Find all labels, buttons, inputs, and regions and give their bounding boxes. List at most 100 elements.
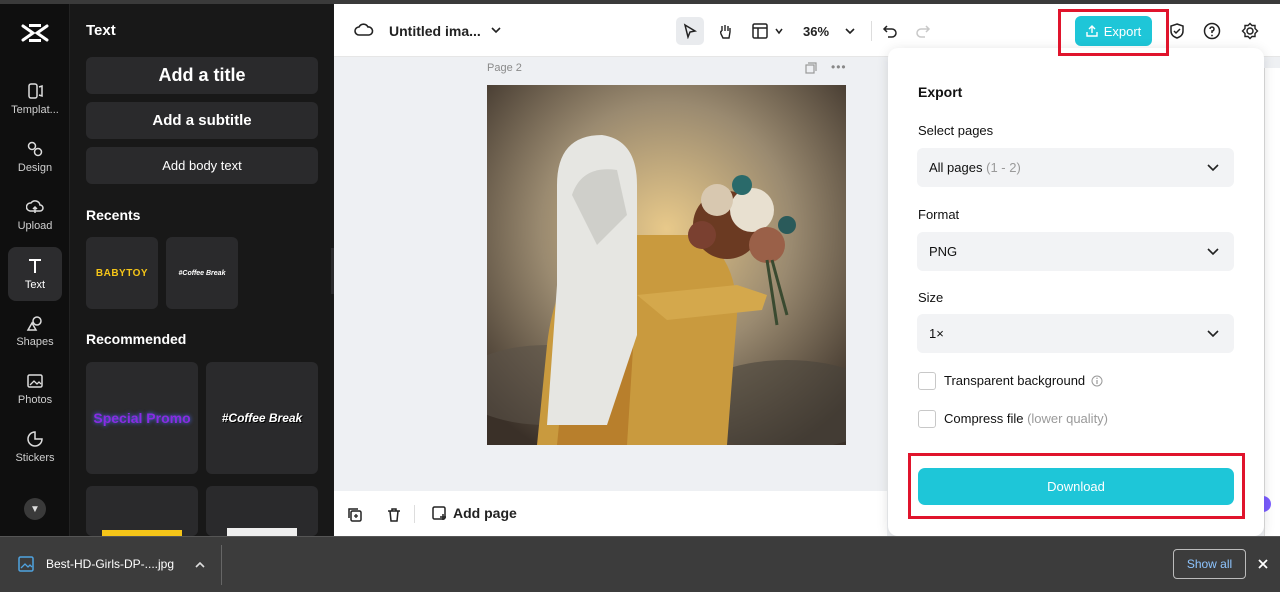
sidebar-item-design[interactable]: Design bbox=[8, 130, 62, 184]
upload-icon bbox=[26, 200, 44, 213]
download-bar: Best-HD-Girls-DP-....jpg Show all bbox=[0, 536, 1280, 592]
capcut-logo[interactable] bbox=[20, 20, 50, 46]
sidebar-item-shapes[interactable]: Shapes bbox=[8, 304, 62, 358]
compress-file-checkbox[interactable] bbox=[918, 410, 936, 428]
sidebar-item-label: Text bbox=[24, 279, 46, 291]
pointer-icon bbox=[683, 23, 698, 39]
stickers-icon bbox=[27, 431, 43, 447]
recents-heading: Recents bbox=[86, 207, 141, 223]
export-highlight-box bbox=[1058, 9, 1169, 56]
bottom-divider bbox=[414, 505, 415, 523]
tile-preview bbox=[227, 528, 297, 536]
sidebar-item-label: Design bbox=[17, 162, 53, 174]
design-icon bbox=[27, 141, 43, 157]
copy-page-icon[interactable] bbox=[347, 507, 363, 523]
sidebar-item-stickers[interactable]: Stickers bbox=[8, 420, 62, 474]
sidebar-item-label: Shapes bbox=[16, 336, 54, 348]
sidebar-item-label: Upload bbox=[17, 220, 53, 232]
chevron-down-icon bbox=[1207, 248, 1219, 256]
sidebar-item-templates[interactable]: Templat... bbox=[8, 72, 62, 126]
sidebar-item-text[interactable]: Text bbox=[8, 247, 62, 301]
shield-check-icon[interactable] bbox=[1168, 22, 1186, 40]
select-pages-label: Select pages bbox=[918, 123, 994, 138]
sidebar-item-label: Photos bbox=[17, 394, 53, 406]
show-all-button[interactable]: Show all bbox=[1173, 549, 1246, 579]
sidebar-item-label: Stickers bbox=[15, 452, 55, 464]
size-dropdown[interactable]: 1× bbox=[917, 314, 1234, 353]
chevron-up-icon[interactable] bbox=[194, 559, 206, 571]
tile-text: #Coffee Break bbox=[221, 411, 303, 425]
duplicate-page-icon[interactable] bbox=[805, 62, 817, 74]
add-page-icon bbox=[432, 506, 446, 520]
chevron-down-icon[interactable] bbox=[490, 24, 502, 36]
downloaded-filename[interactable]: Best-HD-Girls-DP-....jpg bbox=[46, 557, 174, 571]
add-title-button[interactable]: Add a title bbox=[86, 57, 318, 94]
format-value: PNG bbox=[929, 244, 958, 259]
bottom-bar: Add page bbox=[334, 491, 887, 536]
image-file-icon bbox=[18, 556, 34, 572]
add-subtitle-button[interactable]: Add a subtitle bbox=[86, 102, 318, 139]
gear-icon[interactable] bbox=[1241, 22, 1259, 40]
document-title[interactable]: Untitled ima... bbox=[389, 21, 481, 41]
transparent-background-label: Transparent background bbox=[944, 373, 1103, 388]
recommended-text-tile[interactable]: Special Promo bbox=[86, 362, 198, 474]
sidebar-item-upload[interactable]: Upload bbox=[8, 188, 62, 242]
chevron-down-icon bbox=[1207, 164, 1219, 172]
download-highlight-box bbox=[908, 453, 1245, 519]
recommended-text-tile[interactable]: #Coffee Break bbox=[206, 362, 318, 474]
info-icon[interactable] bbox=[1091, 375, 1103, 387]
format-dropdown[interactable]: PNG bbox=[917, 232, 1234, 271]
select-pages-dropdown[interactable]: All pages (1 - 2) bbox=[917, 148, 1234, 187]
sidebar-item-label: Templat... bbox=[11, 104, 59, 116]
add-body-text-button[interactable]: Add body text bbox=[86, 147, 318, 184]
sidebar-item-photos[interactable]: Photos bbox=[8, 362, 62, 416]
chevron-down-icon bbox=[1207, 330, 1219, 338]
chevron-down-icon[interactable] bbox=[844, 25, 856, 37]
right-edge-strip bbox=[1264, 68, 1280, 536]
select-pages-value: All pages bbox=[929, 160, 983, 175]
undo-icon[interactable] bbox=[882, 23, 898, 39]
transparent-background-checkbox[interactable] bbox=[918, 372, 936, 390]
tile-text: BABYTOY bbox=[95, 267, 149, 279]
compress-file-note: (lower quality) bbox=[1027, 411, 1109, 426]
compress-file-label: Compress file (lower quality) bbox=[944, 411, 1108, 426]
canvas-photo[interactable] bbox=[487, 85, 846, 445]
tile-text: #Coffee Break bbox=[178, 269, 226, 277]
close-icon[interactable] bbox=[1257, 558, 1269, 570]
select-pages-range: (1 - 2) bbox=[986, 160, 1021, 175]
add-page-label: Add page bbox=[453, 505, 517, 521]
recent-text-tile[interactable]: BABYTOY bbox=[86, 237, 158, 309]
cloud-icon[interactable] bbox=[354, 21, 374, 39]
chevron-down-icon[interactable]: ▼ bbox=[24, 498, 46, 520]
tile-text: Special Promo bbox=[93, 410, 191, 426]
chevron-down-icon[interactable] bbox=[774, 26, 784, 36]
add-page-button[interactable]: Add page bbox=[432, 505, 517, 521]
trash-icon[interactable] bbox=[386, 507, 402, 523]
recent-text-tile[interactable]: #Coffee Break bbox=[166, 237, 238, 309]
zoom-level[interactable]: 36% bbox=[803, 21, 829, 41]
more-options-icon[interactable]: ••• bbox=[831, 60, 847, 74]
shapes-icon bbox=[26, 316, 42, 331]
layout-icon[interactable] bbox=[752, 23, 768, 39]
toolbar-divider bbox=[871, 21, 872, 41]
export-panel-title: Export bbox=[918, 84, 963, 100]
template-icon bbox=[28, 83, 43, 99]
size-value: 1× bbox=[929, 326, 944, 341]
compress-file-text: Compress file bbox=[944, 411, 1024, 426]
help-icon[interactable] bbox=[1203, 22, 1221, 40]
recommended-text-tile[interactable] bbox=[206, 486, 318, 536]
select-tool-button[interactable] bbox=[676, 17, 704, 45]
recommended-text-tile[interactable] bbox=[86, 486, 198, 536]
hand-icon bbox=[719, 25, 731, 39]
download-divider bbox=[221, 545, 222, 585]
page-label: Page 2 bbox=[487, 62, 522, 74]
left-rail: Templat... Design Upload Text Shapes Pho… bbox=[0, 4, 70, 536]
photos-icon bbox=[27, 374, 43, 388]
size-label: Size bbox=[918, 290, 944, 305]
hand-tool-button[interactable] bbox=[711, 17, 739, 45]
redo-icon[interactable] bbox=[915, 23, 931, 39]
transparent-background-text: Transparent background bbox=[944, 373, 1086, 388]
recommended-heading: Recommended bbox=[86, 331, 187, 347]
text-icon bbox=[29, 259, 41, 273]
format-label: Format bbox=[918, 207, 960, 222]
